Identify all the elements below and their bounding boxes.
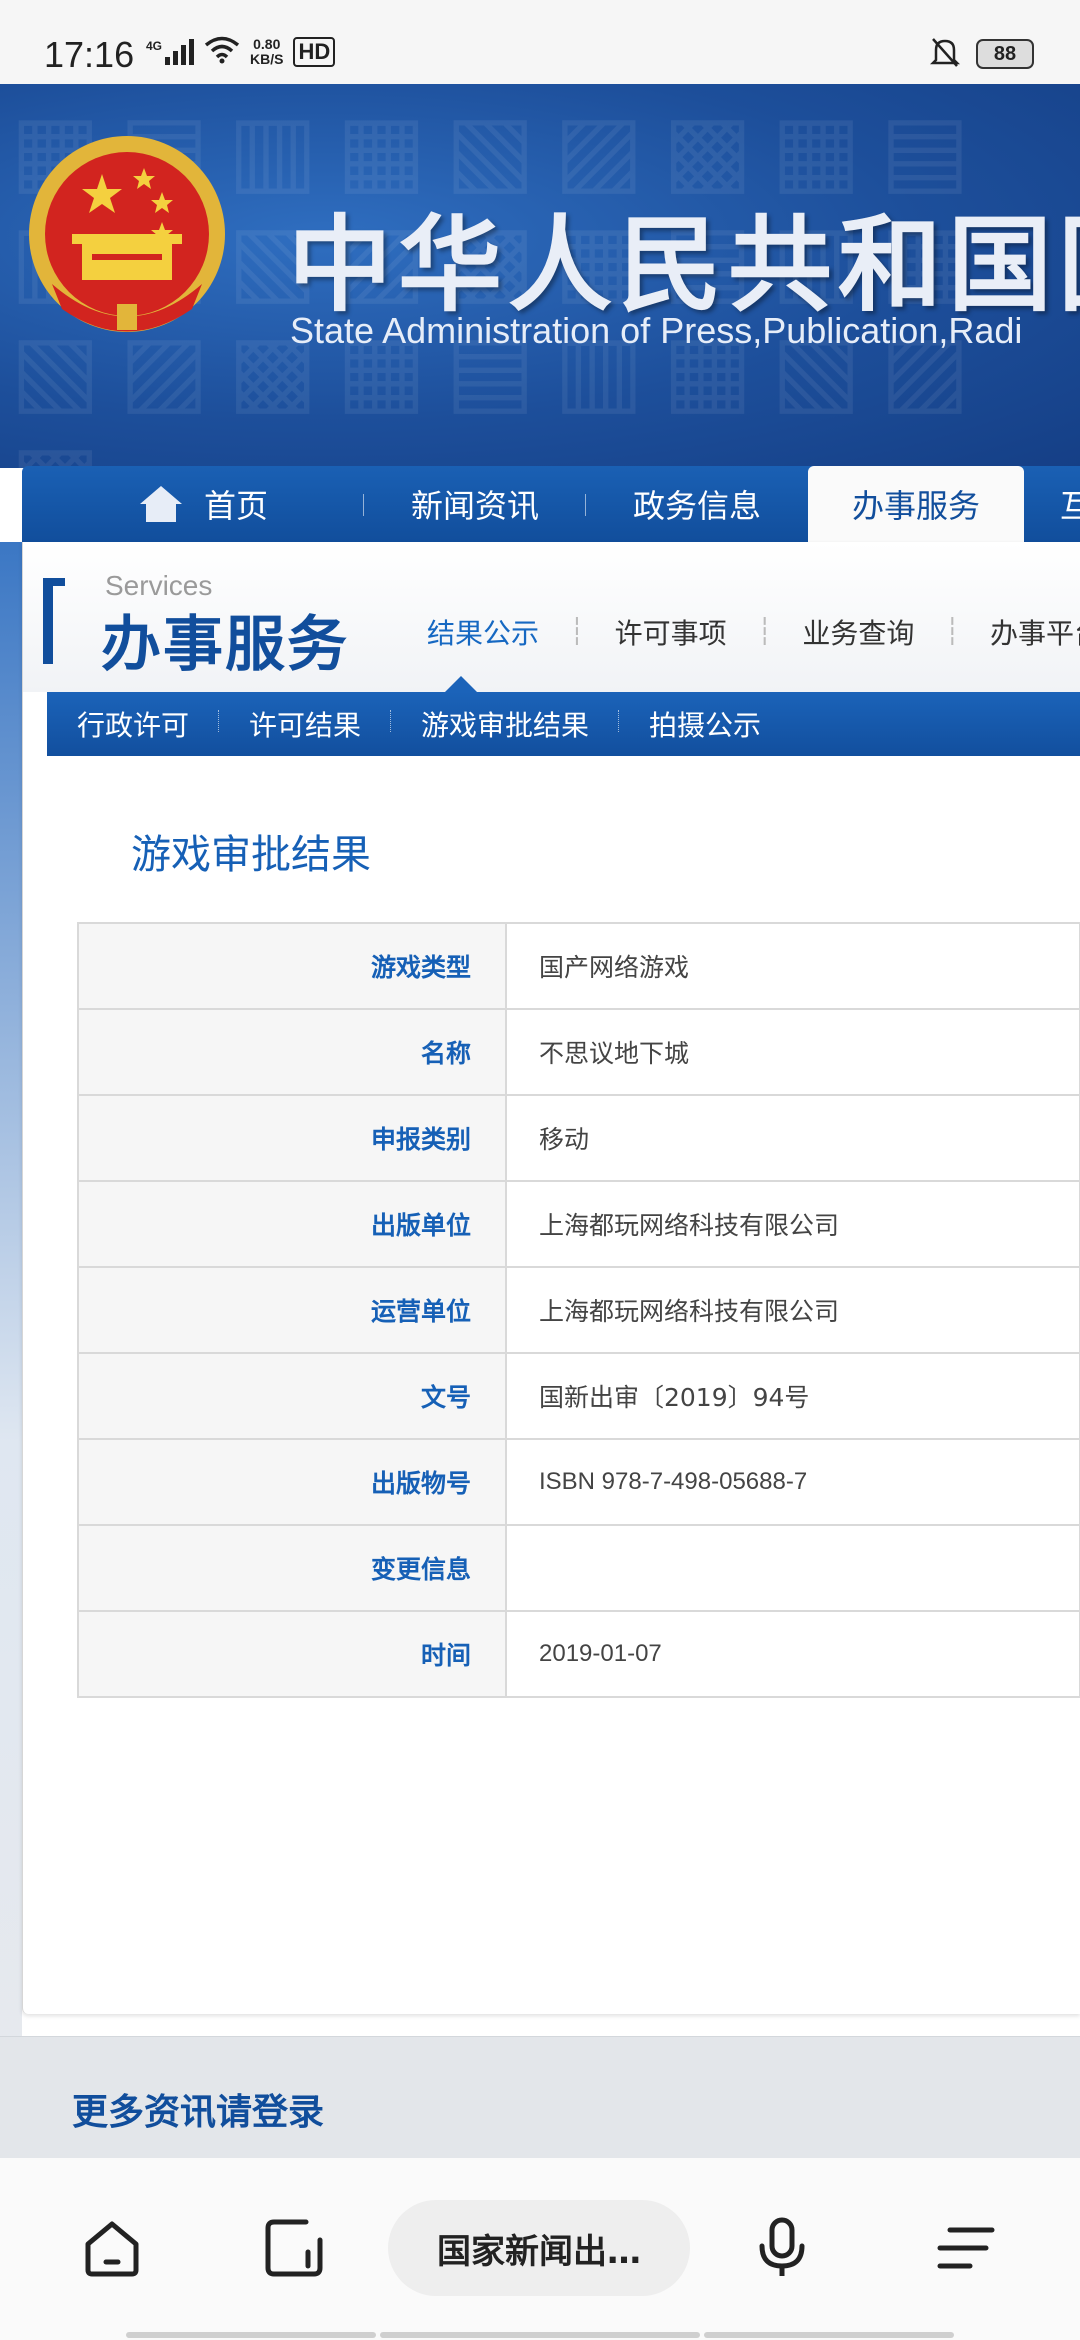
row-value: 上海都玩网络科技有限公司	[505, 1266, 1080, 1354]
table-row: 出版物号 ISBN 978-7-498-05688-7	[77, 1438, 1080, 1526]
nav-services-label: 办事服务	[851, 487, 980, 525]
table-row: 游戏类型 国产网络游戏	[77, 922, 1080, 1010]
row-key: 游戏类型	[77, 922, 507, 1010]
status-time: 17:16	[44, 34, 135, 75]
row-key: 名称	[77, 1008, 507, 1096]
status-icons: 4G 0.80 KB/S HD	[146, 36, 336, 68]
signal-icon: 4G	[146, 39, 195, 65]
subnav-filming-notice[interactable]: 拍摄公示	[619, 704, 791, 744]
nav-gov-info[interactable]: 政务信息	[586, 466, 808, 542]
address-bar[interactable]: 国家新闻出…	[388, 2200, 690, 2296]
battery-icon: 88	[976, 39, 1034, 69]
subnav-caret-icon	[445, 676, 477, 692]
wifi-icon	[204, 36, 240, 68]
link-divider: ┆	[569, 617, 585, 647]
network-speed: 0.80 KB/S	[250, 36, 284, 67]
nav-gov-label: 政务信息	[632, 487, 761, 525]
hd-icon: HD	[293, 37, 336, 67]
login-prompt-link[interactable]: 更多资讯请登录	[72, 2083, 324, 2135]
nav-home-label: 首页	[203, 487, 268, 525]
table-row: 出版单位 上海都玩网络科技有限公司	[77, 1180, 1080, 1268]
row-value: 国产网络游戏	[505, 922, 1080, 1010]
row-value: 移动	[505, 1094, 1080, 1182]
sub-nav: 行政许可 许可结果 游戏审批结果 拍摄公示	[47, 692, 1080, 756]
national-emblem-icon	[29, 136, 225, 332]
bell-muted-icon	[929, 36, 961, 72]
home-icon[interactable]	[80, 2216, 144, 2280]
row-value	[505, 1524, 1080, 1612]
table-row: 申报类别 移动	[77, 1094, 1080, 1182]
services-title: 办事服务	[101, 610, 349, 680]
row-key: 申报类别	[77, 1094, 507, 1182]
page-title: 游戏审批结果	[131, 832, 371, 878]
table-row: 时间 2019-01-07	[77, 1610, 1080, 1698]
link-divider: ┆	[944, 617, 961, 647]
site-subtitle-en: State Administration of Press,Publicatio…	[290, 310, 1023, 351]
nav-news[interactable]: 新闻资讯	[364, 466, 586, 542]
table-row: 文号 国新出审〔2019〕94号	[77, 1352, 1080, 1440]
row-value: 上海都玩网络科技有限公司	[505, 1180, 1080, 1268]
approval-details-table: 游戏类型 国产网络游戏 名称 不思议地下城 申报类别 移动 出版单位 上海都玩网络科技有…	[77, 922, 1080, 1698]
subnav-game-approval[interactable]: 游戏审批结果	[391, 704, 620, 744]
services-header: Services 办事服务 结果公示 ┆ 许可事项 ┆ 业务查询 ┆ 办事平台	[23, 542, 1080, 692]
content-panel: Services 办事服务 结果公示 ┆ 许可事项 ┆ 业务查询 ┆ 办事平台 …	[22, 542, 1080, 2014]
row-key: 出版物号	[77, 1438, 507, 1526]
table-row: 变更信息	[77, 1524, 1080, 1612]
row-key: 时间	[77, 1610, 507, 1698]
menu-icon[interactable]	[934, 2216, 998, 2280]
row-value: 国新出审〔2019〕94号	[505, 1352, 1080, 1440]
page-left-shade	[0, 542, 22, 2042]
gesture-bar	[704, 2332, 954, 2338]
table-row: 运营单位 上海都玩网络科技有限公司	[77, 1266, 1080, 1354]
row-key: 变更信息	[77, 1524, 507, 1612]
row-value: ISBN 978-7-498-05688-7	[505, 1438, 1080, 1526]
link-license-items[interactable]: 许可事项	[585, 612, 757, 652]
status-bar: 17:16 4G 0.80 KB/S HD 88	[0, 0, 1080, 84]
table-row: 名称 不思议地下城	[77, 1008, 1080, 1096]
link-divider: ┆	[756, 617, 773, 647]
services-links: 结果公示 ┆ 许可事项 ┆ 业务查询 ┆ 办事平台	[401, 612, 1080, 652]
link-results[interactable]: 结果公示	[401, 612, 569, 652]
nav-home[interactable]: 首页	[22, 466, 364, 542]
row-value: 不思议地下城	[505, 1008, 1080, 1096]
row-key: 出版单位	[77, 1180, 507, 1268]
status-right: 88	[929, 36, 1034, 72]
row-key: 运营单位	[77, 1266, 507, 1354]
link-business-query[interactable]: 业务查询	[772, 612, 944, 652]
tabs-icon[interactable]	[262, 2216, 326, 2280]
subnav-admin-license[interactable]: 行政许可	[47, 704, 220, 744]
microphone-icon[interactable]	[750, 2216, 814, 2280]
site-title: 中华人民共和国国	[288, 203, 1080, 326]
gesture-bar	[380, 2332, 700, 2338]
nav-partial-label: 互	[1060, 487, 1080, 525]
browser-toolbar: 国家新闻出…	[0, 2158, 1080, 2340]
gesture-bar	[126, 2332, 376, 2338]
home-icon	[139, 486, 182, 522]
row-key: 文号	[77, 1352, 507, 1440]
header-banner: ▦▤▥▦▧▨▩▦▤▥▦▧▨▩▦▤▥▦▧▨▩▦▤▥▦▧▨▩ 中华人民共和国国 St…	[0, 84, 1080, 468]
services-bracket	[43, 578, 65, 664]
main-nav: 首页 新闻资讯 政务信息 办事服务 互	[22, 466, 1080, 542]
nav-news-label: 新闻资讯	[410, 487, 539, 525]
subnav-license-results[interactable]: 许可结果	[219, 704, 392, 744]
link-service-platform[interactable]: 办事平台	[960, 612, 1080, 652]
login-prompt-strip: 更多资讯请登录	[0, 2036, 1080, 2158]
nav-services-active[interactable]: 办事服务	[808, 466, 1024, 542]
row-value: 2019-01-07	[505, 1610, 1080, 1698]
nav-partial-item[interactable]: 互	[1024, 466, 1080, 542]
